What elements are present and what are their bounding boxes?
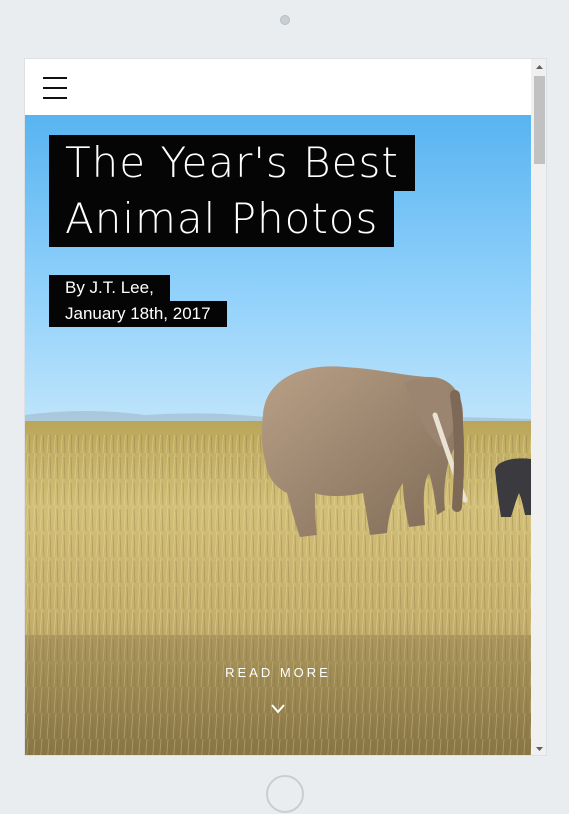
title-line-1: The Year's Best (49, 135, 415, 191)
top-navigation-bar (25, 59, 531, 115)
tablet-frame: The Year's Best Animal Photos By J.T. Le… (0, 0, 569, 814)
hamburger-bar (43, 77, 67, 79)
hamburger-bar (43, 87, 67, 89)
vertical-scrollbar[interactable] (531, 59, 546, 755)
arrow-down-icon[interactable] (531, 741, 546, 755)
article-byline: By J.T. Lee, January 18th, 2017 (49, 275, 227, 327)
browser-screen: The Year's Best Animal Photos By J.T. Le… (24, 58, 547, 756)
page-viewport: The Year's Best Animal Photos By J.T. Le… (25, 59, 531, 755)
hero-section: The Year's Best Animal Photos By J.T. Le… (25, 115, 531, 755)
title-line-2: Animal Photos (49, 191, 395, 247)
home-button[interactable] (266, 775, 304, 813)
chevron-down-icon[interactable] (25, 699, 531, 718)
article-title: The Year's Best Animal Photos (49, 135, 415, 247)
camera-dot (280, 15, 290, 25)
elephant-small (495, 458, 531, 517)
byline-author: By J.T. Lee, (49, 275, 170, 301)
read-more-link[interactable]: READ MORE (25, 665, 531, 680)
byline-date: January 18th, 2017 (49, 301, 227, 327)
arrow-up-icon[interactable] (531, 59, 546, 75)
hamburger-icon[interactable] (43, 77, 67, 99)
scrollbar-thumb[interactable] (534, 76, 545, 164)
hamburger-bar (43, 97, 67, 99)
